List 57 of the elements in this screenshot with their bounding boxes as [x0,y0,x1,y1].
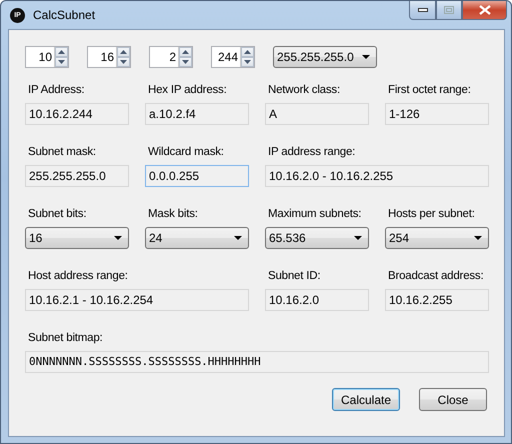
caret-icon [362,55,370,59]
readonly-field[interactable]: 10.16.2.0 - 10.16.2.255 [265,165,489,187]
down-arrow-icon[interactable] [179,57,192,67]
up-arrow-icon[interactable] [55,47,68,57]
octet-spinner[interactable]: 10 [25,46,69,68]
dropdown[interactable]: 16 [25,227,129,249]
octet-spinner[interactable]: 244 [211,46,255,68]
dialog-button[interactable]: Calculate [332,388,400,411]
up-arrow-icon[interactable] [179,47,192,57]
field-label: IP address range: [268,145,356,160]
dropdown[interactable]: 24 [145,227,249,249]
readonly-field[interactable]: 10.16.2.244 [25,103,129,125]
maximize-button[interactable] [436,1,462,20]
field-label: Host address range: [28,269,129,284]
field-label: Hosts per subnet: [388,207,476,222]
octet-spinner[interactable]: 16 [87,46,131,68]
up-arrow-icon[interactable] [117,47,130,57]
mask-dropdown[interactable]: 255.255.255.0 [273,46,377,68]
minimize-icon [418,8,428,12]
octet-spinner[interactable]: 2 [149,46,193,68]
field-label: Subnet bits: [28,207,88,222]
caret-icon [234,236,242,240]
field-label: Network class: [268,83,341,98]
field-label: IP Address: [28,83,86,98]
readonly-field[interactable]: 10.16.2.1 - 10.16.2.254 [25,289,249,311]
dialog-button[interactable]: Close [419,388,487,411]
readonly-field[interactable]: 1-126 [385,103,489,125]
down-arrow-icon[interactable] [241,57,254,67]
readonly-field[interactable]: 0NNNNNNN.SSSSSSSS.SSSSSSSS.HHHHHHHH [25,351,489,373]
readonly-field[interactable]: a.10.2.f4 [145,103,249,125]
minimize-button[interactable] [409,1,436,20]
field-label: Mask bits: [148,207,199,222]
readonly-field[interactable]: 0.0.0.255 [145,165,249,187]
up-arrow-icon[interactable] [241,47,254,57]
field-label: Subnet ID: [268,269,322,284]
close-button[interactable] [462,1,507,20]
readonly-field[interactable]: 10.16.2.255 [385,289,489,311]
field-label: Wildcard mask: [148,145,225,160]
caret-icon [354,236,362,240]
caret-icon [114,236,122,240]
down-arrow-icon[interactable] [117,57,130,67]
readonly-field[interactable]: 10.16.2.0 [265,289,369,311]
field-label: Broadcast address: [388,269,484,284]
field-label: Subnet bitmap: [28,331,104,346]
maximize-icon [444,6,454,14]
readonly-field[interactable]: A [265,103,369,125]
close-icon [478,5,490,15]
readonly-field[interactable]: 255.255.255.0 [25,165,129,187]
field-label: Subnet mask: [28,145,97,160]
dropdown[interactable]: 65.536 [265,227,369,249]
field-label: Hex IP address: [148,83,228,98]
field-label: Maximum subnets: [268,207,362,222]
window-title: CalcSubnet [33,8,96,22]
dropdown[interactable]: 254 [385,227,489,249]
field-label: First octet range: [388,83,472,98]
caret-icon [474,236,482,240]
down-arrow-icon[interactable] [55,57,68,67]
